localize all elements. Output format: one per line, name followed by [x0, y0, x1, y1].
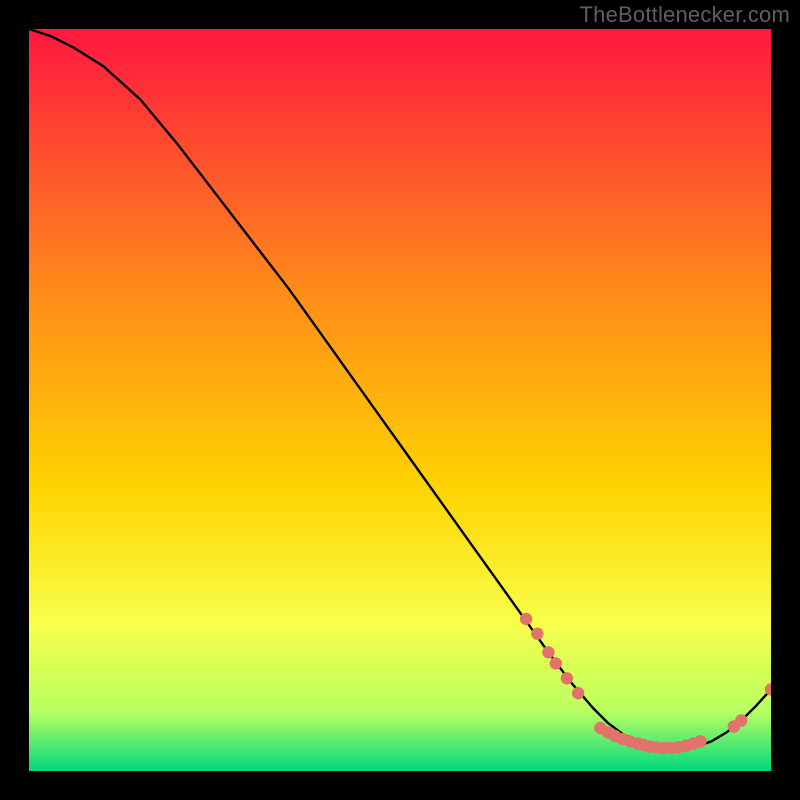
marker-point	[735, 714, 747, 726]
marker-point	[542, 646, 554, 658]
plot-area	[29, 29, 771, 771]
marker-point	[694, 735, 706, 747]
marker-point	[572, 687, 584, 699]
chart-frame: TheBottlenecker.com	[0, 0, 800, 800]
marker-point	[531, 628, 543, 640]
chart-svg	[29, 29, 771, 771]
marker-point	[561, 672, 573, 684]
marker-point	[550, 657, 562, 669]
watermark-text: TheBottlenecker.com	[580, 2, 790, 28]
gradient-background	[29, 29, 771, 771]
marker-point	[520, 613, 532, 625]
